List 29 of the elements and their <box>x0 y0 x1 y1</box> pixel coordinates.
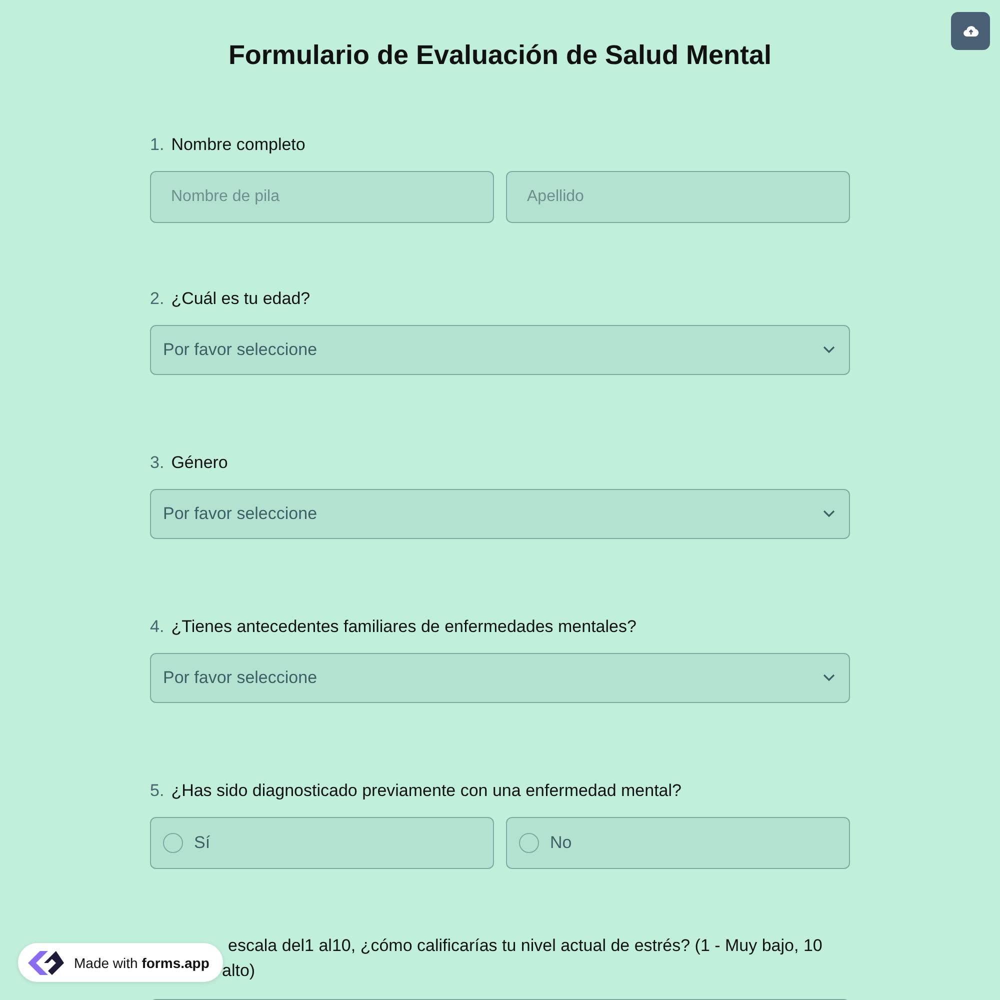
radio-circle[interactable] <box>519 833 539 853</box>
chevron-icon <box>823 674 835 682</box>
cloud-upload-icon <box>962 25 978 37</box>
question-number: 1. <box>150 134 164 156</box>
made-with-badge[interactable]: Made with forms.app <box>18 943 224 982</box>
chevron-icon <box>823 510 835 518</box>
question-number: 4. <box>150 616 164 638</box>
dropdown[interactable]: Por favor seleccione <box>150 489 850 539</box>
question-label: ¿Tienes antecedentes familiares de enfermedades mentales? <box>171 616 636 638</box>
question-label: ¿Has sido diagnosticado previamente con una enfermedad mental? <box>171 780 682 802</box>
question-number: 5. <box>150 780 164 802</box>
radio-option[interactable]: Sí <box>150 817 494 869</box>
upload-button[interactable] <box>951 12 990 50</box>
radio-option[interactable]: No <box>506 817 850 869</box>
question-label: alto) <box>222 960 256 982</box>
text-field[interactable]: Apellido <box>506 171 850 223</box>
text-field[interactable]: Nombre de pila <box>150 171 494 223</box>
question-number: 2. <box>150 288 164 310</box>
badge-text: Made with forms.app <box>74 954 210 970</box>
dropdown[interactable]: Por favor seleccione <box>150 653 850 703</box>
radio-circle[interactable] <box>163 833 183 853</box>
question-label: ¿Cuál es tu edad? <box>171 288 310 310</box>
question-number: 3. <box>150 452 164 474</box>
question-label: Género <box>171 452 228 474</box>
question-label: escala del1 al10, ¿cómo calificarías tu nivel actual de estrés? (1 - Muy bajo, 10 <box>228 935 822 957</box>
chevron-icon <box>823 346 835 354</box>
form-title: Formulario de Evaluación de Salud Mental <box>228 40 772 71</box>
dropdown[interactable]: Por favor seleccione <box>150 325 850 375</box>
question-label: Nombre completo <box>171 134 306 156</box>
